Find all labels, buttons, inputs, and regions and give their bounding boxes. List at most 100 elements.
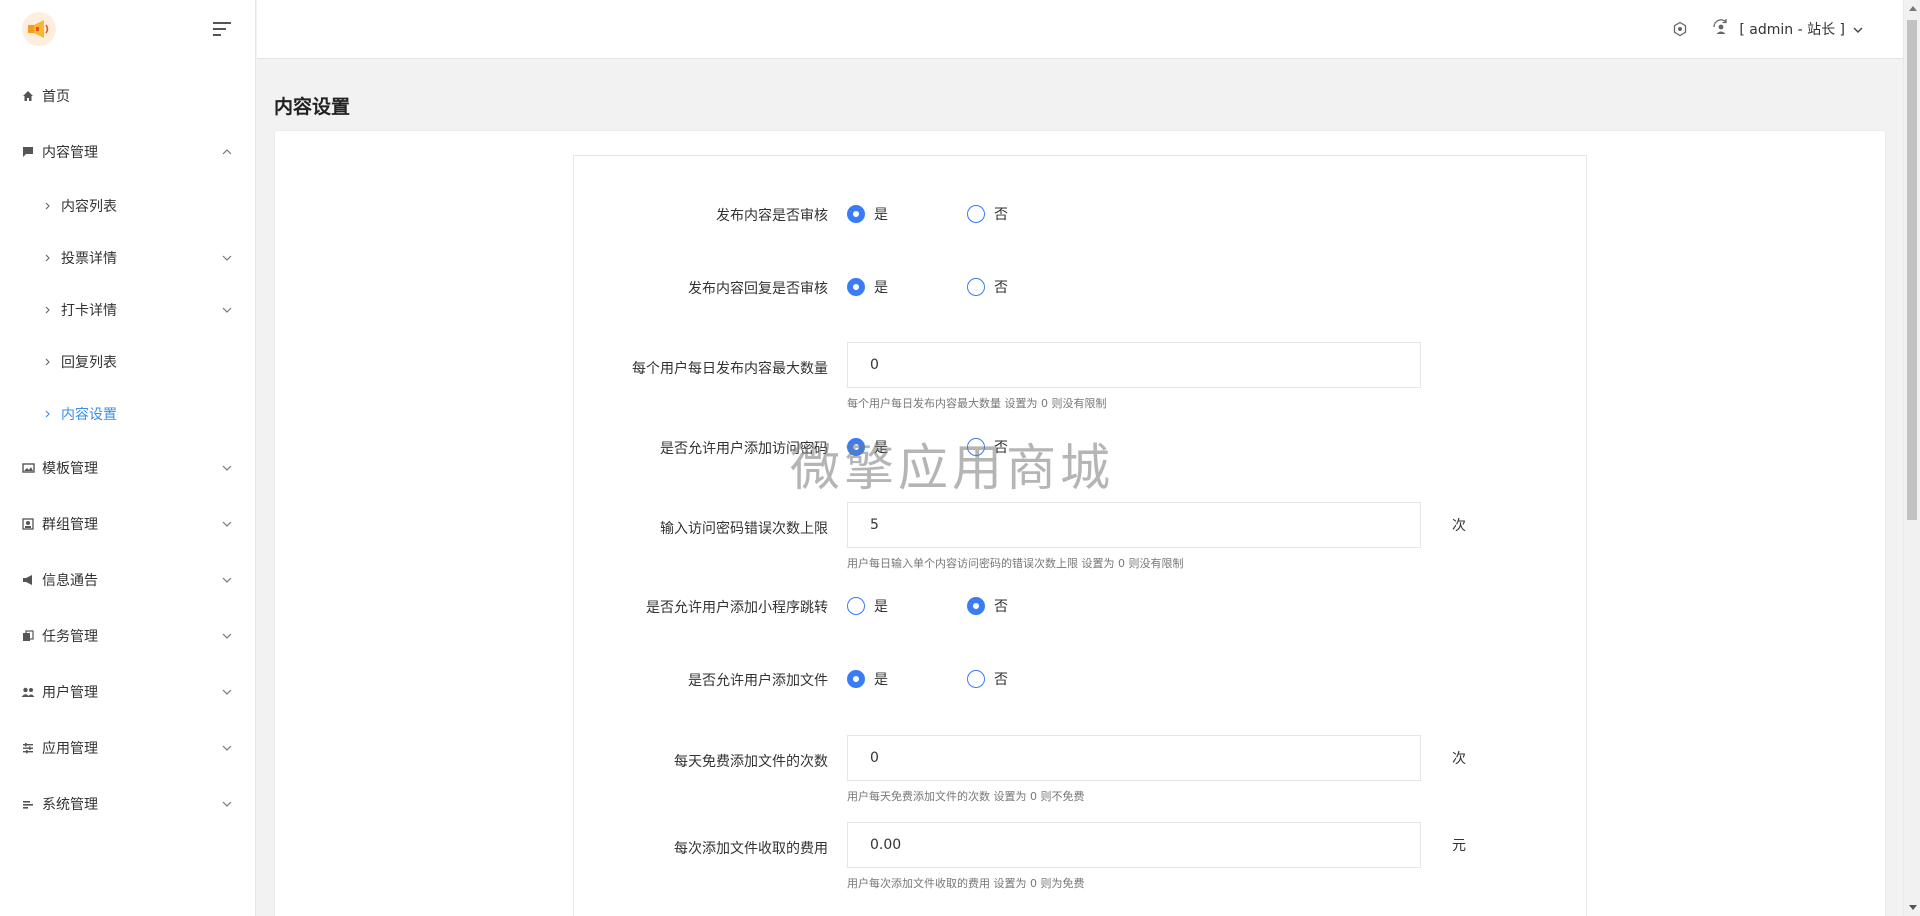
sidebar-subitem-content-list[interactable]: 内容列表 — [0, 180, 255, 232]
chevron-down-icon — [221, 742, 233, 754]
sidebar-subitem-content-settings[interactable]: 内容设置 — [0, 388, 255, 440]
field-hint: 每个用户每日发布内容最大数量 设置为 0 则没有限制 — [847, 397, 1107, 410]
field-label: 每个用户每日发布内容最大数量 — [632, 361, 828, 377]
sidebar-item-users[interactable]: 用户管理 — [0, 664, 255, 720]
chevron-right-icon — [42, 358, 52, 366]
sidebar-item-system[interactable]: 系统管理 — [0, 776, 255, 832]
sidebar-subitem-label: 内容列表 — [61, 199, 117, 215]
settings-hex-icon[interactable] — [1671, 20, 1689, 38]
vertical-scrollbar[interactable] — [1903, 0, 1920, 916]
radio-label: 否 — [994, 440, 1008, 456]
password-error-limit-input[interactable] — [847, 502, 1421, 548]
template-icon — [20, 460, 36, 476]
free-file-count-input[interactable] — [847, 735, 1421, 781]
file-fee-input[interactable] — [847, 822, 1421, 868]
field-label: 发布内容回复是否审核 — [688, 281, 828, 297]
radio-circle — [967, 670, 985, 688]
sidebar-item-content[interactable]: 内容管理 — [0, 124, 255, 180]
field-label: 是否允许用户添加访问密码 — [660, 441, 828, 457]
radio-circle-checked — [847, 205, 865, 223]
sidebar-subitem-label: 回复列表 — [61, 355, 117, 371]
sidebar-subitem-checkin-details[interactable]: 打卡详情 — [0, 284, 255, 336]
radio-label: 是 — [874, 599, 888, 615]
scroll-thumb[interactable] — [1907, 20, 1917, 520]
scroll-down-icon[interactable] — [1904, 899, 1920, 916]
users-icon — [20, 684, 36, 700]
sidebar-item-label: 用户管理 — [42, 685, 98, 701]
sidebar-item-label: 信息通告 — [42, 573, 98, 589]
radio-no[interactable]: 否 — [967, 437, 1008, 457]
radio-no[interactable]: 否 — [967, 204, 1008, 224]
chevron-down-icon — [221, 462, 233, 474]
megaphone-icon — [20, 572, 36, 588]
sidebar-item-apps[interactable]: 应用管理 — [0, 720, 255, 776]
field-unit: 次 — [1452, 518, 1466, 534]
app-icon — [20, 740, 36, 756]
radio-circle — [967, 438, 985, 456]
sidebar-item-task[interactable]: 任务管理 — [0, 608, 255, 664]
user-menu[interactable]: [ admin - 站长 ] — [1711, 18, 1863, 40]
settings-form: 发布内容是否审核 是 否 发布内容回复是否审核 是 否 每个用户每日发布内容最大… — [573, 155, 1587, 916]
radio-circle — [967, 205, 985, 223]
field-hint: 用户每次添加文件收取的费用 设置为 0 则为免费 — [847, 877, 1085, 890]
radio-yes[interactable]: 是 — [847, 277, 888, 297]
chevron-right-icon — [42, 306, 52, 314]
sidebar-item-notice[interactable]: 信息通告 — [0, 552, 255, 608]
sidebar-item-home[interactable]: 首页 — [0, 68, 255, 124]
field-hint: 用户每天免费添加文件的次数 设置为 0 则不免费 — [847, 790, 1085, 803]
logo[interactable] — [22, 12, 56, 46]
system-icon — [20, 796, 36, 812]
radio-circle-checked — [847, 278, 865, 296]
sidebar-item-label: 模板管理 — [42, 461, 98, 477]
radio-circle — [847, 597, 865, 615]
field-label: 每次添加文件收取的费用 — [674, 841, 828, 857]
radio-no[interactable]: 否 — [967, 669, 1008, 689]
sidebar-item-group[interactable]: 群组管理 — [0, 496, 255, 552]
sidebar-header — [0, 0, 255, 58]
chevron-down-icon — [221, 252, 233, 264]
radio-label: 否 — [994, 280, 1008, 296]
chevron-down-icon — [221, 304, 233, 316]
radio-label: 否 — [994, 207, 1008, 223]
chevron-right-icon — [42, 254, 52, 262]
home-icon — [20, 88, 36, 104]
radio-yes[interactable]: 是 — [847, 669, 888, 689]
message-icon — [20, 144, 36, 160]
group-icon — [20, 516, 36, 532]
chevron-down-icon — [221, 798, 233, 810]
megaphone-logo-icon — [28, 20, 49, 38]
radio-no[interactable]: 否 — [967, 277, 1008, 297]
radio-yes[interactable]: 是 — [847, 596, 888, 616]
sidebar: 首页 内容管理 内容列表 投票详情 打卡详情 回复列表 内容设置 模板管理 群组… — [0, 0, 256, 916]
field-label: 输入访问密码错误次数上限 — [660, 521, 828, 537]
header-actions: [ admin - 站长 ] — [1671, 0, 1863, 58]
top-header: [ admin - 站长 ] — [257, 0, 1903, 59]
radio-label: 是 — [874, 672, 888, 688]
field-label: 发布内容是否审核 — [716, 208, 828, 224]
radio-label: 是 — [874, 440, 888, 456]
radio-yes[interactable]: 是 — [847, 437, 888, 457]
sidebar-subitem-vote-details[interactable]: 投票详情 — [0, 232, 255, 284]
field-unit: 元 — [1452, 838, 1466, 854]
sidebar-item-label: 内容管理 — [42, 145, 98, 161]
sidebar-subitem-label: 打卡详情 — [61, 303, 117, 319]
sidebar-subitem-reply-list[interactable]: 回复列表 — [0, 336, 255, 388]
radio-circle — [967, 278, 985, 296]
sidebar-item-template[interactable]: 模板管理 — [0, 440, 255, 496]
user-label: [ admin - 站长 ] — [1739, 22, 1845, 38]
field-label: 是否允许用户添加小程序跳转 — [646, 600, 828, 616]
sidebar-item-label: 任务管理 — [42, 629, 98, 645]
radio-no[interactable]: 否 — [967, 596, 1008, 616]
radio-yes[interactable]: 是 — [847, 204, 888, 224]
scroll-up-icon[interactable] — [1904, 0, 1920, 17]
chevron-down-icon — [221, 574, 233, 586]
sidebar-item-label: 系统管理 — [42, 797, 98, 813]
max-posts-input[interactable] — [847, 342, 1421, 388]
field-unit: 次 — [1452, 751, 1466, 767]
radio-label: 是 — [874, 207, 888, 223]
user-refresh-icon — [1711, 18, 1731, 40]
collapse-menu-button[interactable] — [211, 18, 233, 40]
radio-label: 是 — [874, 280, 888, 296]
field-hint: 用户每日输入单个内容访问密码的错误次数上限 设置为 0 则没有限制 — [847, 557, 1184, 570]
chevron-right-icon — [42, 410, 52, 418]
